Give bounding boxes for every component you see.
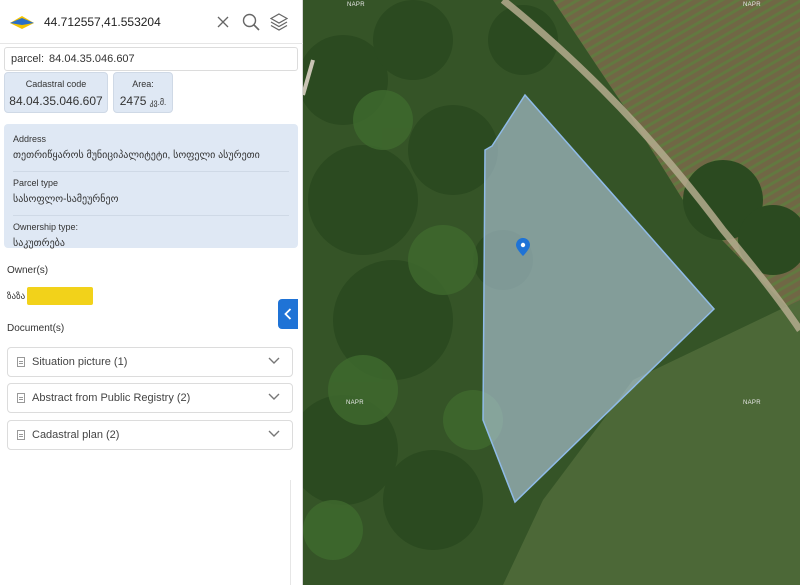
address-label: Address — [13, 134, 47, 144]
cadastral-code-value: 84.04.35.046.607 — [9, 94, 103, 108]
chevron-left-icon — [284, 308, 292, 320]
ownership-value: საკუთრება — [13, 238, 65, 249]
chevron-down-icon — [268, 393, 280, 400]
info-panel: 44.712557,41.553204 parcel: 84.04.35.046… — [0, 0, 303, 585]
collapse-panel-button[interactable] — [278, 299, 298, 329]
map-watermark: NAPR — [743, 2, 761, 8]
map-view[interactable]: NAPR NAPR NAPR NAPR — [303, 0, 800, 585]
owner-redaction — [27, 287, 94, 305]
documents-heading: Document(s) — [7, 323, 65, 334]
owners-heading: Owner(s) — [7, 265, 49, 276]
area-label: Area: — [132, 79, 154, 89]
cadastral-code-label: Cadastral code — [25, 79, 87, 89]
parcel-info-box: Address თეთრიწყაროს მუნიციპალიტეტი, სოფე… — [4, 124, 298, 249]
document-item-abstract[interactable]: Abstract from Public Registry (2) — [7, 383, 293, 413]
owner-entry: ზაზა — [7, 287, 94, 305]
layers-button[interactable] — [265, 8, 293, 36]
parcel-field[interactable]: parcel: 84.04.35.046.607 — [4, 47, 298, 71]
document-label: Abstract from Public Registry (2) — [32, 392, 191, 404]
clear-icon — [217, 16, 229, 27]
address-row: Address თეთრიწყაროს მუნიციპალიტეტი, სოფე… — [13, 134, 289, 172]
document-item-situation-picture[interactable]: Situation picture (1) — [7, 347, 293, 377]
cadastral-code-card: Cadastral code 84.04.35.046.607 — [4, 72, 108, 113]
search-icon — [242, 13, 260, 31]
file-icon — [17, 357, 25, 367]
file-icon — [17, 430, 25, 440]
area-value-row: 2475 კვ.მ. — [114, 94, 172, 108]
panel-divider — [290, 480, 291, 585]
document-item-cadastral-plan[interactable]: Cadastral plan (2) — [7, 420, 293, 450]
layers-icon — [270, 12, 288, 31]
parcel-field-value: 84.04.35.046.607 — [49, 53, 135, 65]
parcel-type-row: Parcel type სასოფლო-სამეურნეო — [13, 178, 289, 216]
parcel-type-value: სასოფლო-სამეურნეო — [13, 194, 119, 205]
napr-logo-icon — [10, 15, 34, 29]
ownership-row: Ownership type: საკუთრება — [13, 222, 289, 260]
document-label: Situation picture (1) — [32, 356, 128, 368]
address-value: თეთრიწყაროს მუნიციპალიტეტი, სოფელი ასურე… — [13, 150, 260, 161]
satellite-imagery — [303, 0, 800, 585]
area-value: 2475 — [119, 94, 147, 108]
map-watermark: NAPR — [346, 400, 364, 406]
map-watermark: NAPR — [347, 2, 365, 8]
parcel-type-label: Parcel type — [13, 178, 59, 188]
clear-button[interactable] — [209, 8, 237, 36]
chevron-down-icon — [268, 430, 280, 437]
chevron-down-icon — [268, 357, 280, 364]
area-unit: კვ.მ. — [149, 98, 167, 107]
area-card: Area: 2475 კვ.მ. — [113, 72, 173, 113]
search-bar: 44.712557,41.553204 — [0, 0, 303, 44]
owner-name: ზაზა — [7, 290, 26, 301]
search-button[interactable] — [237, 8, 265, 36]
parcel-field-label: parcel: — [11, 53, 45, 65]
file-icon — [17, 393, 25, 403]
search-input[interactable]: 44.712557,41.553204 — [44, 15, 209, 29]
document-label: Cadastral plan (2) — [32, 429, 120, 441]
map-watermark: NAPR — [743, 400, 761, 406]
ownership-label: Ownership type: — [13, 222, 79, 232]
